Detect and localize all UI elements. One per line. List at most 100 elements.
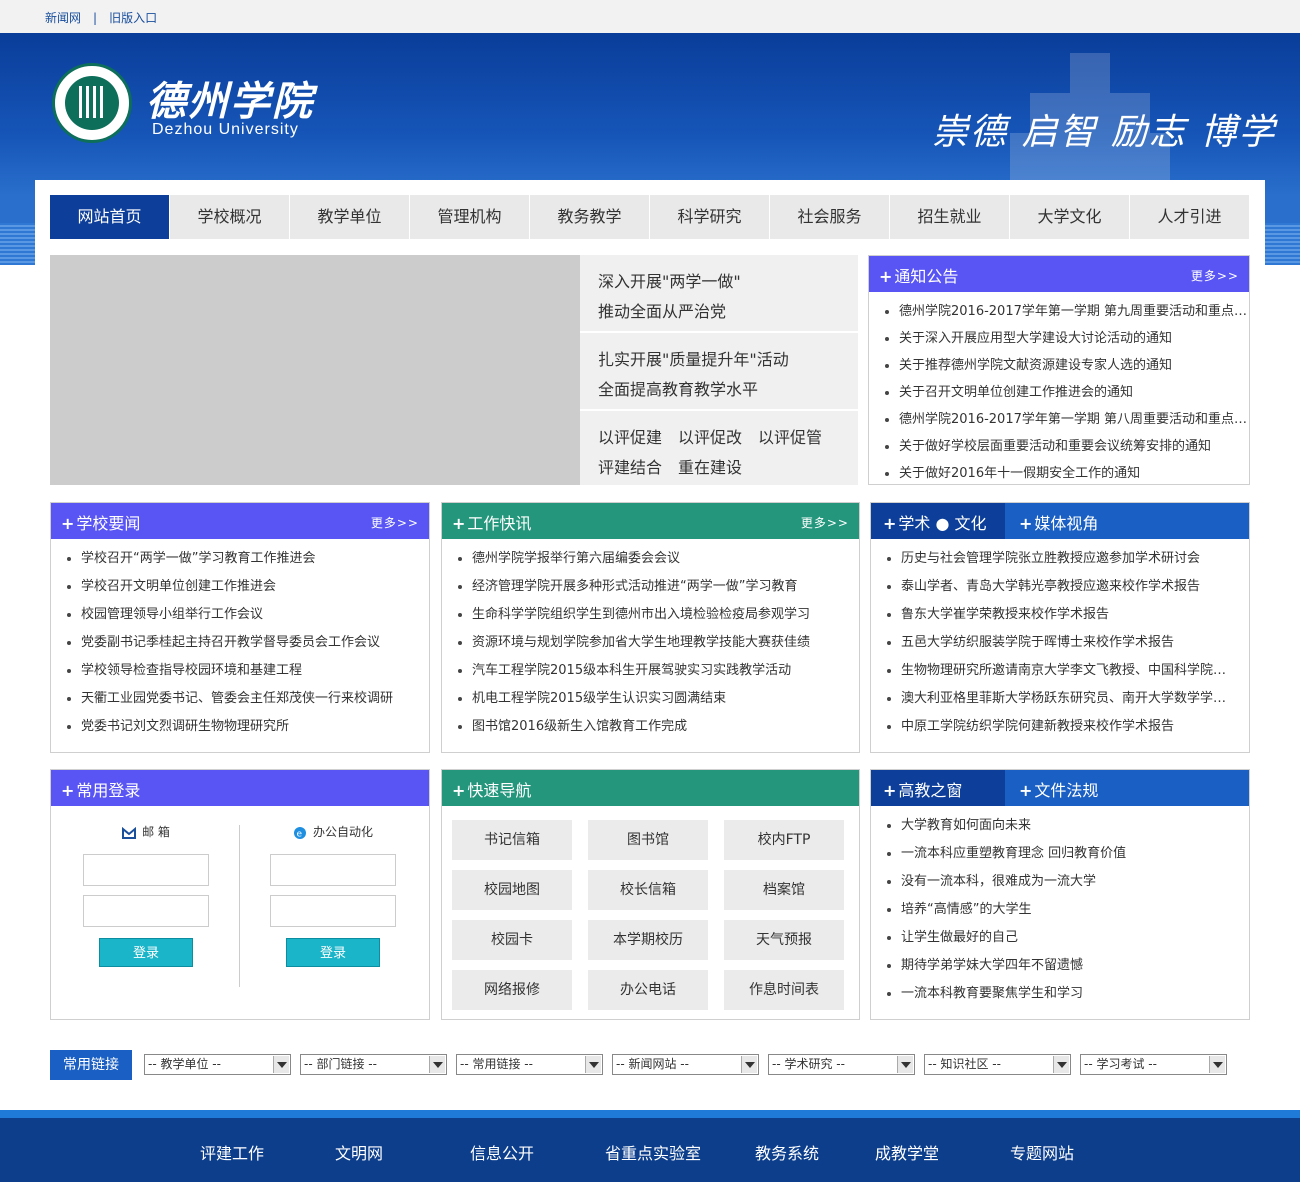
nav-item-admin[interactable]: 管理机构: [410, 195, 530, 239]
select-common-links[interactable]: -- 常用链接 --: [456, 1054, 603, 1075]
more-link[interactable]: 更多>>: [1191, 267, 1239, 284]
separator: |: [93, 11, 98, 25]
nav-item-talent[interactable]: 人才引进: [1130, 195, 1250, 239]
quick-link[interactable]: 天气预报: [724, 920, 844, 960]
news-site-link[interactable]: 新闻网: [45, 11, 81, 25]
mail-icon: [122, 826, 137, 839]
quick-link[interactable]: 校园地图: [452, 870, 572, 910]
list-item[interactable]: 让学生做最好的自己: [885, 924, 1249, 952]
footer-link[interactable]: 省重点实验室: [605, 1140, 701, 1164]
footer-link[interactable]: 评建工作: [200, 1140, 264, 1164]
quick-link[interactable]: 档案馆: [724, 870, 844, 910]
select-news-sites[interactable]: -- 新闻网站 --: [612, 1054, 759, 1075]
oa-login-button[interactable]: 登录: [286, 938, 380, 967]
footer-link[interactable]: 文明网: [335, 1140, 383, 1164]
quick-link[interactable]: 办公电话: [588, 970, 708, 1010]
quick-link[interactable]: 校园卡: [452, 920, 572, 960]
list-item[interactable]: 党委副书记季桂起主持召开教学督导委员会工作会议: [65, 629, 429, 657]
list-item[interactable]: 泰山学者、青岛大学韩光亭教授应邀来校作学术报告: [885, 573, 1229, 601]
mail-password-input[interactable]: [83, 895, 209, 927]
nav-item-academic-affairs[interactable]: 教务教学: [530, 195, 650, 239]
list-item[interactable]: 澳大利亚格里菲斯大学杨跃东研究员、南开大学数学学院教授来校讲学: [885, 685, 1229, 713]
select-exams[interactable]: -- 学习考试 --: [1080, 1054, 1227, 1075]
list-item[interactable]: 机电工程学院2015级学生认识实习圆满结束: [456, 685, 819, 713]
tab-academic-culture[interactable]: + 学术 ● 文化: [883, 510, 987, 534]
list-item[interactable]: 关于做好学校层面重要活动和重要会议统筹安排的通知: [883, 433, 1249, 460]
list-item[interactable]: 德州学院学报举行第六届编委会会议: [456, 545, 819, 573]
nav-item-culture[interactable]: 大学文化: [1010, 195, 1130, 239]
slide-caption[interactable]: 以评促建 以评促改 以评促管 评建结合 重在建设: [580, 411, 858, 489]
mail-username-input[interactable]: [83, 854, 209, 886]
footer-link[interactable]: 信息公开: [470, 1140, 534, 1164]
list-item[interactable]: 学校召开“两学一做”学习教育工作推进会: [65, 545, 429, 573]
more-link[interactable]: 更多>>: [801, 514, 849, 531]
select-teaching-units[interactable]: -- 教学单位 --: [144, 1054, 291, 1075]
list-item[interactable]: 校园管理领导小组举行工作会议: [65, 601, 429, 629]
list-item[interactable]: 没有一流本科，很难成为一流大学: [885, 868, 1249, 896]
select-knowledge[interactable]: -- 知识社区 --: [924, 1054, 1071, 1075]
old-version-link[interactable]: 旧版入口: [109, 11, 157, 25]
quick-link[interactable]: 书记信箱: [452, 820, 572, 860]
footer-link[interactable]: 成教学堂: [875, 1140, 939, 1164]
list-item[interactable]: 一流本科教育要聚焦学生和学习: [885, 980, 1249, 1008]
oa-username-input[interactable]: [270, 854, 396, 886]
slideshow-image[interactable]: [50, 255, 580, 485]
list-item[interactable]: 生物物理研究所邀请南京大学李文飞教授、中国科学院研究员来校讲学: [885, 657, 1229, 685]
slide-caption[interactable]: 深入开展"两学一做" 推动全面从严治党: [580, 255, 858, 333]
list-item[interactable]: 图书馆2016级新生入馆教育工作完成: [456, 713, 819, 741]
quick-link[interactable]: 校长信箱: [588, 870, 708, 910]
list-item[interactable]: 关于深入开展应用型大学建设大讨论活动的通知: [883, 325, 1249, 352]
nav-item-research[interactable]: 科学研究: [650, 195, 770, 239]
footer-link[interactable]: 专题网站: [1010, 1140, 1074, 1164]
nav-item-social-service[interactable]: 社会服务: [770, 195, 890, 239]
quick-link[interactable]: 校内FTP: [724, 820, 844, 860]
more-link[interactable]: 更多>>: [371, 514, 419, 531]
list-item[interactable]: 关于召开文明单位创建工作推进会的通知: [883, 379, 1249, 406]
slideshow-captions: 深入开展"两学一做" 推动全面从严治党 扎实开展"质量提升年"活动 全面提高教育…: [580, 255, 858, 485]
university-name-en: Dezhou University: [152, 121, 299, 138]
list-item[interactable]: 汽车工程学院2015级本科生开展驾驶实习实践教学活动: [456, 657, 819, 685]
mail-login-button[interactable]: 登录: [99, 938, 193, 967]
footer-link[interactable]: 教务系统: [755, 1140, 819, 1164]
nav-item-home[interactable]: 网站首页: [50, 195, 170, 239]
list-item[interactable]: 学校领导检查指导校园环境和基建工程: [65, 657, 429, 685]
tab-media[interactable]: + 媒体视角: [1019, 510, 1098, 534]
list-item[interactable]: 期待学弟学妹大学四年不留遗憾: [885, 952, 1249, 980]
slide-caption-line: 扎实开展"质量提升年"活动: [598, 350, 789, 369]
list-item[interactable]: 党委书记刘文烈调研生物物理研究所: [65, 713, 429, 741]
university-name[interactable]: 德州学院: [146, 69, 314, 127]
quick-link[interactable]: 本学期校历: [588, 920, 708, 960]
list-item[interactable]: 五邑大学纺织服装学院于晖博士来校作学术报告: [885, 629, 1229, 657]
list-item[interactable]: 鲁东大学崔学荣教授来校作学术报告: [885, 601, 1229, 629]
select-research[interactable]: -- 学术研究 --: [768, 1054, 915, 1075]
list-item[interactable]: 关于做好2016年十一假期安全工作的通知: [883, 460, 1249, 487]
tab-label: 高教之窗: [898, 781, 963, 800]
list-item[interactable]: 培养“高情感”的大学生: [885, 896, 1249, 924]
tab-regulations[interactable]: + 文件法规: [1019, 777, 1098, 801]
quick-link[interactable]: 图书馆: [588, 820, 708, 860]
tab-higher-edu[interactable]: + 高教之窗: [883, 777, 962, 801]
list-item[interactable]: 关于推荐德州学院文献资源建设专家人选的通知: [883, 352, 1249, 379]
oa-password-input[interactable]: [270, 895, 396, 927]
university-seal-icon[interactable]: [52, 63, 132, 143]
nav-item-admissions[interactable]: 招生就业: [890, 195, 1010, 239]
nav-item-teaching-units[interactable]: 教学单位: [290, 195, 410, 239]
list-item[interactable]: 一流本科应重塑教育理念 回归教育价值: [885, 840, 1249, 868]
nav-item-overview[interactable]: 学校概况: [170, 195, 290, 239]
list-item[interactable]: 历史与社会管理学院张立胜教授应邀参加学术研讨会: [885, 545, 1229, 573]
quick-link[interactable]: 作息时间表: [724, 970, 844, 1010]
list-item[interactable]: 学校召开文明单位创建工作推进会: [65, 573, 429, 601]
select-departments[interactable]: -- 部门链接 --: [300, 1054, 447, 1075]
list-item[interactable]: 中原工学院纺织学院何建新教授来校作学术报告: [885, 713, 1229, 741]
quick-link[interactable]: 网络报修: [452, 970, 572, 1010]
list-item[interactable]: 天衢工业园党委书记、管委会主任郑茂侠一行来校调研: [65, 685, 429, 713]
list-item[interactable]: 德州学院2016-2017学年第一学期 第八周重要活动和重点工作安排: [883, 406, 1249, 433]
panel-header: + 工作快讯 更多>>: [442, 503, 859, 539]
list-item[interactable]: 经济管理学院开展多种形式活动推进“两学一做”学习教育: [456, 573, 819, 601]
list-item[interactable]: 生命科学学院组织学生到德州市出入境检验检疫局参观学习: [456, 601, 819, 629]
school-news-panel: + 学校要闻 更多>> 学校召开“两学一做”学习教育工作推进会 学校召开文明单位创…: [50, 502, 430, 753]
list-item[interactable]: 大学教育如何面向未来: [885, 812, 1249, 840]
slide-caption[interactable]: 扎实开展"质量提升年"活动 全面提高教育教学水平: [580, 333, 858, 411]
list-item[interactable]: 德州学院2016-2017学年第一学期 第九周重要活动和重点工作安排: [883, 298, 1249, 325]
list-item[interactable]: 资源环境与规划学院参加省大学生地理教学技能大赛获佳绩: [456, 629, 819, 657]
